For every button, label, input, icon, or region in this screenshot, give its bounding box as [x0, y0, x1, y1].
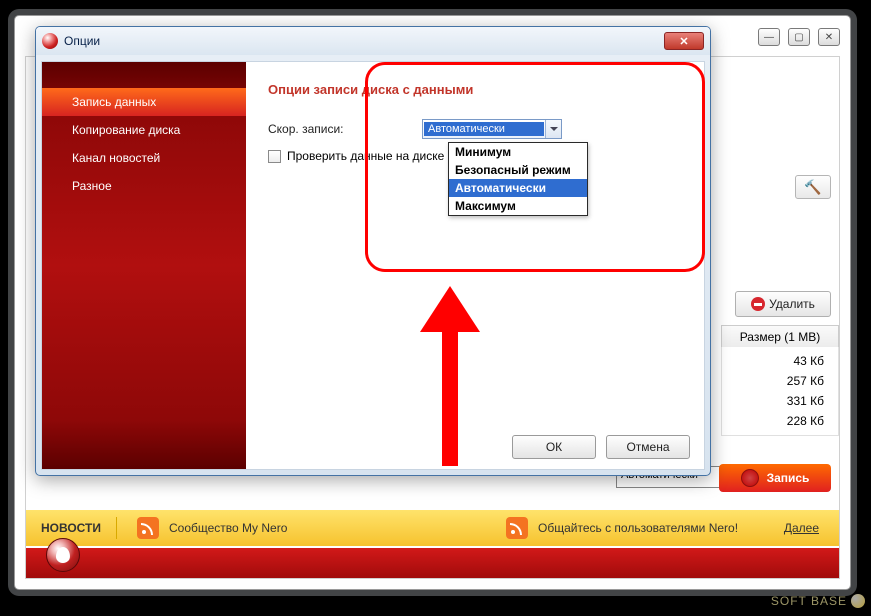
news-item-label: Сообщество My Nero	[169, 521, 287, 535]
dropdown-option[interactable]: Минимум	[449, 143, 587, 161]
section-title: Опции записи диска с данными	[268, 82, 682, 97]
sidebar-item-data-burn[interactable]: Запись данных	[42, 88, 246, 116]
watermark-icon	[851, 594, 865, 608]
chevron-down-icon	[545, 120, 561, 138]
dialog-titlebar: Опции ✕	[36, 27, 710, 55]
dialog-buttons: ОК Отмена	[512, 435, 690, 459]
close-button[interactable]: ✕	[818, 28, 840, 46]
dialog-body: Запись данных Копирование диска Канал но…	[41, 61, 705, 470]
dropdown-option[interactable]: Автоматически	[449, 179, 587, 197]
dialog-sidebar: Запись данных Копирование диска Канал но…	[42, 62, 246, 469]
remove-icon	[751, 297, 765, 311]
verify-checkbox[interactable]	[268, 150, 281, 163]
nero-bar	[26, 548, 839, 578]
rss-icon	[506, 517, 528, 539]
tools-button[interactable]: 🔨	[795, 175, 831, 199]
hammer-icon: 🔨	[804, 179, 821, 196]
size-column-header: Размер (1 MB)	[721, 325, 839, 347]
nero-orb-button[interactable]	[46, 538, 80, 572]
burn-icon	[741, 469, 759, 487]
sidebar-item-news-feed[interactable]: Канал новостей	[42, 144, 246, 172]
dropdown-option[interactable]: Безопасный режим	[449, 161, 587, 179]
size-list: 43 Кб 257 Кб 331 Кб 228 Кб	[721, 347, 839, 436]
verify-label: Проверить данные на диске	[287, 149, 444, 163]
dialog-title: Опции	[64, 34, 664, 48]
cancel-button[interactable]: Отмена	[606, 435, 690, 459]
news-item[interactable]: Сообщество My Nero	[116, 517, 307, 539]
news-bar: Сообщество My Nero Общайтесь с пользоват…	[116, 508, 839, 548]
list-item: 331 Кб	[722, 391, 824, 411]
write-speed-row: Скор. записи: Автоматически	[268, 119, 682, 139]
rss-icon	[137, 517, 159, 539]
app-icon	[42, 33, 58, 49]
burn-button[interactable]: Запись	[719, 464, 831, 492]
burn-button-label: Запись	[767, 471, 810, 485]
options-dialog: Опции ✕ Запись данных Копирование диска …	[35, 26, 711, 476]
list-item: 43 Кб	[722, 351, 824, 371]
delete-button-label: Удалить	[769, 297, 815, 311]
write-speed-value: Автоматически	[424, 122, 544, 136]
maximize-button[interactable]: ▢	[788, 28, 810, 46]
news-item-label: Общайтесь с пользователями Nero!	[538, 521, 738, 535]
sidebar-item-copy-disc[interactable]: Копирование диска	[42, 116, 246, 144]
dialog-main: Опции записи диска с данными Скор. запис…	[246, 62, 704, 469]
delete-button[interactable]: Удалить	[735, 291, 831, 317]
minimize-button[interactable]: —	[758, 28, 780, 46]
ok-button[interactable]: ОК	[512, 435, 596, 459]
list-item: 228 Кб	[722, 411, 824, 431]
dialog-close-button[interactable]: ✕	[664, 32, 704, 50]
dropdown-option[interactable]: Максимум	[449, 197, 587, 215]
write-speed-label: Скор. записи:	[268, 122, 422, 136]
right-panel: 🔨 Удалить Размер (1 MB) 43 Кб 257 Кб 331…	[719, 175, 839, 475]
list-item: 257 Кб	[722, 371, 824, 391]
flame-icon	[56, 547, 71, 563]
window-controls: — ▢ ✕	[758, 28, 840, 46]
news-more-link[interactable]: Далее	[784, 521, 819, 535]
watermark: SOFT BASE	[771, 594, 865, 608]
write-speed-dropdown[interactable]: Минимум Безопасный режим Автоматически М…	[448, 142, 588, 216]
write-speed-select[interactable]: Автоматически	[422, 119, 562, 139]
news-item[interactable]: Общайтесь с пользователями Nero!	[486, 517, 758, 539]
sidebar-item-misc[interactable]: Разное	[42, 172, 246, 200]
